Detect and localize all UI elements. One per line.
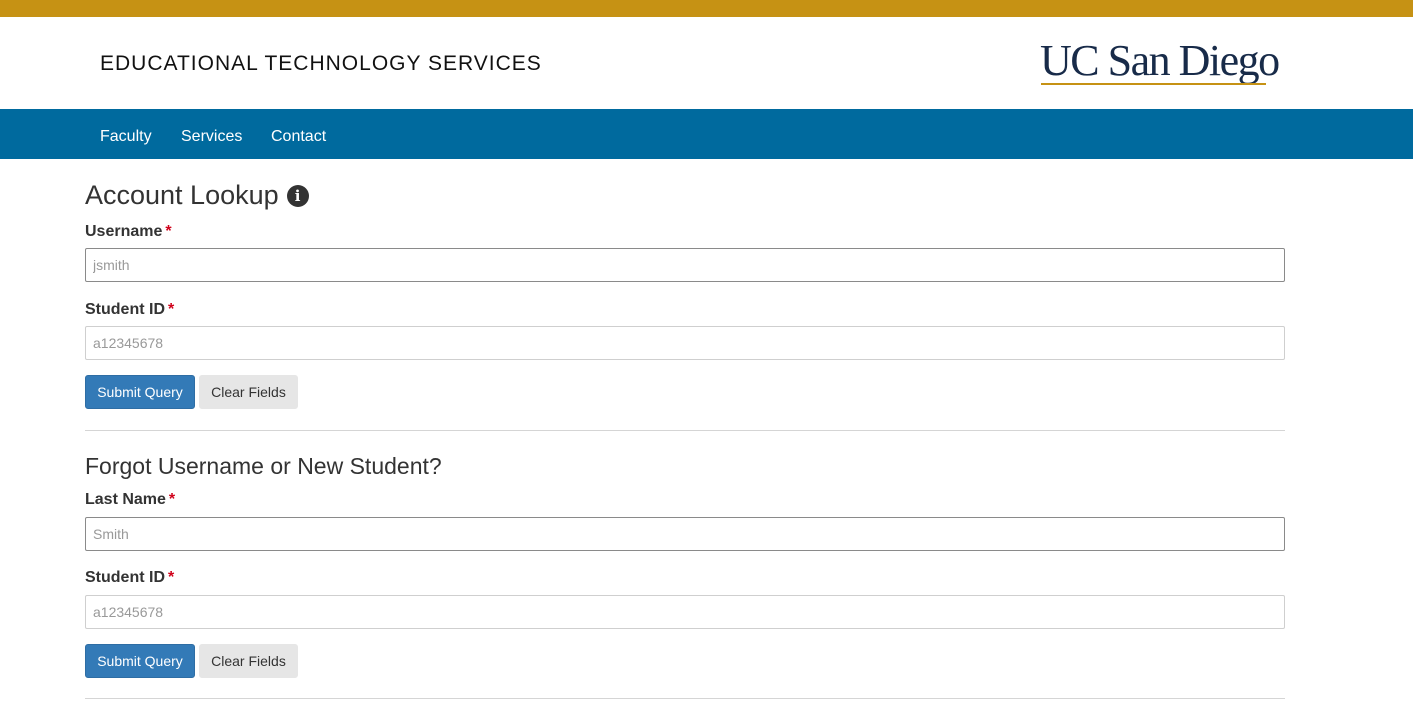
- clear-fields-button[interactable]: Clear Fields: [199, 375, 298, 409]
- required-marker: *: [168, 301, 175, 318]
- last-name-input[interactable]: [85, 517, 1285, 551]
- section-divider-2: [85, 698, 1285, 699]
- required-marker: *: [168, 491, 176, 508]
- nav-item-services[interactable]: Services: [181, 128, 242, 146]
- required-marker: *: [168, 569, 175, 586]
- submit-query-button[interactable]: Submit Query: [85, 375, 195, 409]
- nav-item-faculty[interactable]: Faculty: [100, 128, 152, 146]
- username-input[interactable]: [85, 248, 1285, 282]
- uc-san-diego-logo[interactable]: UC San Diego: [1040, 36, 1280, 87]
- account-lookup-title: Account Lookup: [85, 180, 279, 210]
- section-divider: [85, 430, 1285, 431]
- top-accent-bar: [0, 0, 1413, 17]
- student-id-label: Student ID *: [85, 301, 174, 319]
- username-label-text: Username: [85, 223, 163, 240]
- forgot-username-title: Forgot Username or New Student?: [85, 453, 442, 479]
- submit-query-button-2[interactable]: Submit Query: [85, 644, 195, 678]
- student-id-label-text: Student ID: [85, 569, 165, 586]
- student-id-input[interactable]: [85, 326, 1285, 360]
- main-navbar: Faculty Services Contact: [0, 109, 1413, 159]
- student-id-label-2: Student ID *: [85, 569, 174, 587]
- clear-fields-button-2[interactable]: Clear Fields: [199, 644, 298, 678]
- last-name-label-text: Last Name: [85, 491, 166, 508]
- username-label: Username *: [85, 223, 172, 241]
- logo-text: UC San Diego: [1040, 36, 1280, 85]
- site-title: EDUCATIONAL TECHNOLOGY SERVICES: [100, 52, 542, 75]
- student-id-label-text: Student ID: [85, 301, 165, 318]
- required-marker: *: [165, 223, 172, 240]
- site-header: EDUCATIONAL TECHNOLOGY SERVICES UC San D…: [0, 17, 1413, 109]
- account-lookup-heading-row: Account Lookup i: [85, 180, 309, 211]
- nav-item-contact[interactable]: Contact: [271, 128, 326, 146]
- info-circle-icon[interactable]: i: [286, 184, 309, 207]
- last-name-label: Last Name *: [85, 491, 175, 509]
- student-id-input-2[interactable]: [85, 595, 1285, 629]
- logo-underline: [1041, 83, 1266, 85]
